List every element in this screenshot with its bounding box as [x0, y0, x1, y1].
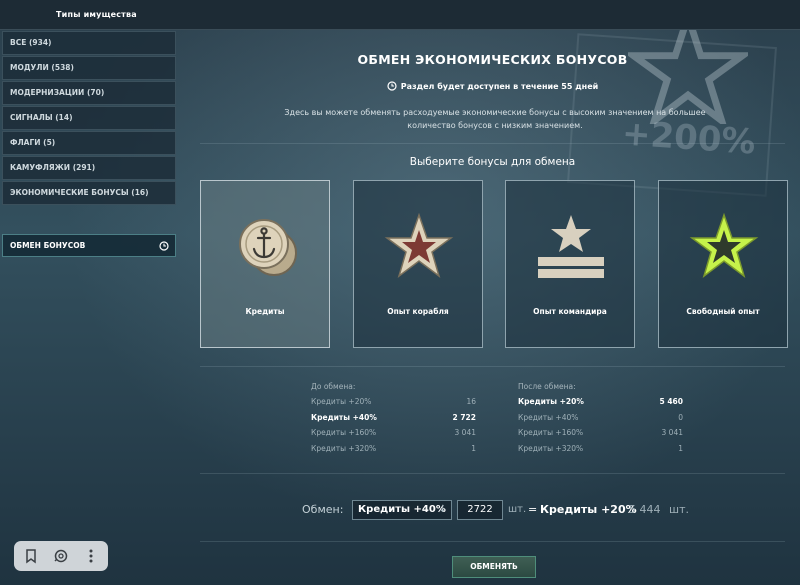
bonus-card-label: Опыт корабля: [387, 307, 449, 316]
exchange-button[interactable]: ОБМЕНЯТЬ: [452, 556, 536, 578]
stat-row: Кредиты +20% 16: [311, 397, 476, 406]
bonus-card-free-xp[interactable]: Свободный опыт: [658, 180, 788, 348]
floating-toolbar: [14, 541, 108, 571]
availability-notice: Раздел будет доступен в течение 55 дней: [200, 81, 785, 91]
page-title: ОБМЕН ЭКОНОМИЧЕСКИХ БОНУСОВ: [357, 52, 628, 67]
bonus-card-ship-xp[interactable]: Опыт корабля: [353, 180, 483, 348]
result-amount: 5 444: [629, 503, 661, 516]
divider: [200, 473, 785, 474]
category-modules[interactable]: МОДУЛИ (538): [2, 56, 176, 80]
category-all[interactable]: ВСЕ (934): [2, 31, 176, 55]
divider: [200, 366, 785, 367]
result-bonus: Кредиты +20%: [540, 503, 637, 516]
category-upgrades[interactable]: МОДЕРНИЗАЦИИ (70): [2, 81, 176, 105]
top-bar: Типы имущества: [0, 0, 800, 30]
property-types-title: Типы имущества: [56, 10, 137, 19]
stat-row: Кредиты +160% 3 041: [518, 428, 683, 437]
divider: [200, 143, 785, 144]
sidebar-item-bonus-exchange[interactable]: ОБМЕН БОНУСОВ: [2, 234, 176, 257]
exchange-label: Обмен:: [302, 503, 344, 516]
quantity-unit: шт.: [508, 504, 527, 515]
lens-search-icon[interactable]: [52, 547, 70, 565]
bonus-card-label: Кредиты: [245, 307, 285, 316]
after-exchange-panel: После обмена: Кредиты +20% 5 460 Кредиты …: [518, 382, 683, 459]
after-header: После обмена:: [518, 382, 576, 391]
result-unit: шт.: [669, 503, 689, 516]
availability-text: Раздел будет доступен в течение 55 дней: [400, 82, 599, 91]
category-signals[interactable]: СИГНАЛЫ (14): [2, 106, 176, 130]
stat-row: Кредиты +20% 5 460: [518, 397, 683, 406]
bonus-card-label: Опыт командира: [533, 307, 607, 316]
sidebar-item-label: ОБМЕН БОНУСОВ: [10, 241, 86, 250]
divider: [200, 541, 785, 542]
category-sidebar: ВСЕ (934) МОДУЛИ (538) МОДЕРНИЗАЦИИ (70)…: [2, 31, 176, 206]
bonus-card-commander-xp[interactable]: Опыт командира: [505, 180, 635, 348]
green-star-icon: [689, 212, 759, 278]
stat-row: Кредиты +160% 3 041: [311, 428, 476, 437]
dropdown-selected-value: Кредиты +40%: [358, 504, 446, 515]
select-bonus-heading: Выберите бонусы для обмена: [409, 156, 576, 168]
description-text: Здесь вы можете обменять расходуемые эко…: [284, 108, 706, 130]
clock-icon: [387, 81, 397, 91]
category-camouflages[interactable]: КАМУФЛЯЖИ (291): [2, 156, 176, 180]
bonus-dropdown[interactable]: Кредиты +40% ↓: [352, 500, 452, 520]
commander-rank-icon: [538, 215, 604, 278]
category-flags[interactable]: ФЛАГИ (5): [2, 131, 176, 155]
bonus-card-label: Свободный опыт: [686, 307, 760, 316]
bookmark-icon[interactable]: [22, 547, 40, 565]
equals-sign: =: [528, 503, 538, 516]
coins-anchor-icon: [239, 219, 297, 276]
stat-row: Кредиты +320% 1: [311, 443, 476, 453]
stat-row: Кредиты +320% 1: [518, 443, 683, 453]
clock-icon: [159, 241, 169, 251]
stat-row: Кредиты +40% 2 722: [311, 412, 476, 422]
quantity-input[interactable]: 2722: [457, 500, 503, 520]
before-exchange-panel: До обмена: Кредиты +20% 16 Кредиты +40% 2 …: [311, 382, 476, 459]
stat-row: Кредиты +40% 0: [518, 412, 683, 422]
more-options-icon[interactable]: [82, 547, 100, 565]
star-icon: [384, 212, 454, 278]
category-economic-bonuses[interactable]: ЭКОНОМИЧЕСКИЕ БОНУСЫ (16): [2, 181, 176, 205]
before-header: До обмена:: [311, 382, 356, 391]
arrow-down-icon: ↓: [438, 504, 447, 515]
bonus-card-credits[interactable]: Кредиты: [200, 180, 330, 348]
